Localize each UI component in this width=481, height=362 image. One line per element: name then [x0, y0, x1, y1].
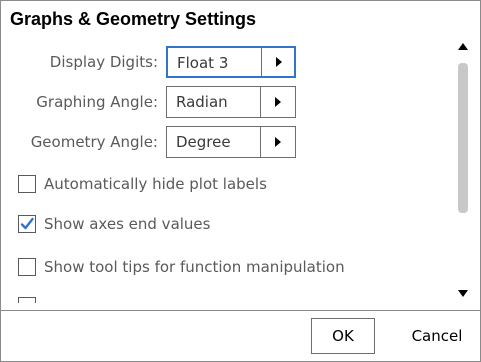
ok-button[interactable]: OK: [311, 318, 375, 354]
settings-content: Display Digits: Float 3 Graphing Angle: …: [1, 37, 453, 303]
dropdown-arrow-icon[interactable]: [262, 48, 296, 76]
geometry-angle-label: Geometry Angle:: [30, 133, 158, 151]
show-axes-end-values-label[interactable]: Show axes end values: [44, 214, 210, 234]
checkmark-icon: [20, 217, 34, 230]
display-digits-dropdown[interactable]: Float 3: [166, 46, 296, 78]
scroll-down-arrow-icon[interactable]: [458, 290, 468, 297]
dropdown-arrow-icon[interactable]: [261, 127, 295, 157]
graphing-angle-value: Radian: [176, 93, 228, 111]
show-tool-tips-checkbox[interactable]: [18, 258, 36, 276]
scroll-thumb[interactable]: [458, 63, 468, 213]
display-digits-value: Float 3: [177, 54, 229, 72]
graphing-angle-label: Graphing Angle:: [36, 93, 158, 111]
scroll-up-arrow-icon[interactable]: [458, 43, 468, 50]
partial-checkbox[interactable]: [18, 297, 36, 303]
hide-plot-labels-checkbox[interactable]: [18, 175, 36, 193]
show-axes-end-values-checkbox[interactable]: [18, 215, 36, 233]
dropdown-arrow-icon[interactable]: [261, 87, 295, 117]
settings-dialog: Graphs & Geometry Settings Display Digit…: [0, 0, 481, 362]
geometry-angle-value: Degree: [176, 133, 231, 151]
display-digits-label: Display Digits:: [49, 53, 158, 71]
geometry-angle-dropdown[interactable]: Degree: [166, 126, 296, 158]
hide-plot-labels-label[interactable]: Automatically hide plot labels: [44, 174, 267, 194]
dialog-title: Graphs & Geometry Settings: [10, 9, 257, 29]
show-tool-tips-label[interactable]: Show tool tips for function manipulation: [44, 257, 345, 277]
graphing-angle-dropdown[interactable]: Radian: [166, 86, 296, 118]
footer-divider: [1, 310, 481, 311]
cancel-button[interactable]: Cancel: [399, 318, 475, 354]
vertical-scrollbar[interactable]: [453, 37, 473, 303]
